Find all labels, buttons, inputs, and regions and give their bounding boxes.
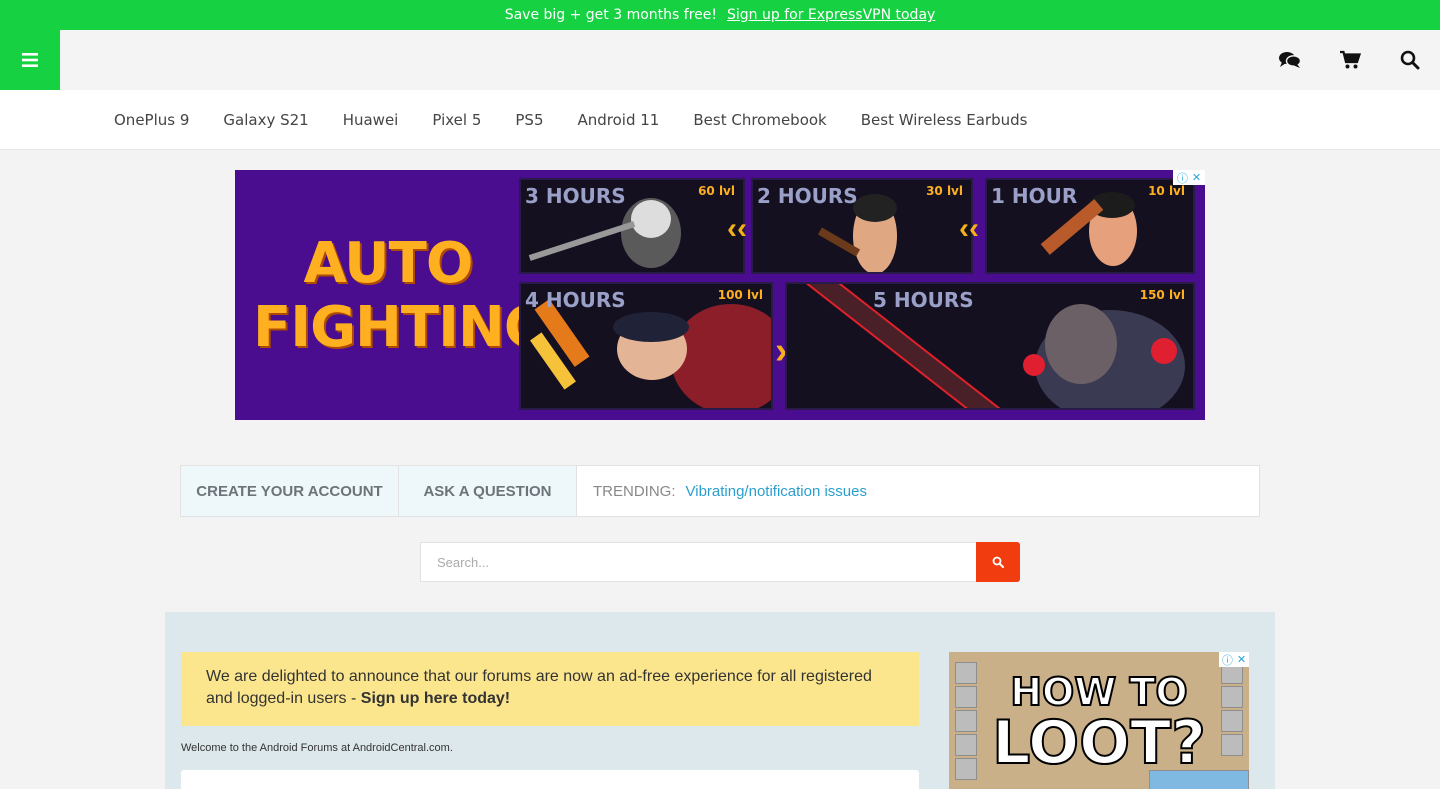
ad-panel-level: 10 lvl — [1148, 184, 1185, 198]
nav-item-oneplus-9[interactable]: OnePlus 9 — [114, 111, 189, 129]
info-icon: ⓘ — [1221, 654, 1233, 667]
search-icon — [1400, 50, 1420, 70]
nav-item-huawei[interactable]: Huawei — [343, 111, 399, 129]
ad-panel-level: 60 lvl — [698, 184, 735, 198]
ad-title-line1: AUTO — [303, 231, 474, 296]
ad-panel-level: 150 lvl — [1139, 288, 1185, 302]
ad-panel-hours: 3 HOURS — [525, 184, 626, 208]
nav-item-ps5[interactable]: PS5 — [515, 111, 543, 129]
side-ad-choices-button[interactable]: ⓘ ✕ — [1219, 652, 1249, 667]
ask-question-button[interactable]: ASK A QUESTION — [399, 466, 577, 516]
ad-panel-level: 30 lvl — [926, 184, 963, 198]
nav-item-pixel-5[interactable]: Pixel 5 — [432, 111, 481, 129]
main-content: We are delighted to announce that our fo… — [165, 612, 1275, 789]
cart-icon — [1340, 50, 1361, 69]
forum-search — [420, 542, 1020, 582]
ad-panel: 1 HOUR 10 lvl — [985, 178, 1195, 274]
nav-item-best-wireless-earbuds[interactable]: Best Wireless Earbuds — [861, 111, 1028, 129]
ad-panel-hours: 4 HOURS — [525, 288, 626, 312]
ad-panel-level: 100 lvl — [717, 288, 763, 302]
notice-signup-link[interactable]: Sign up here today! — [361, 690, 510, 707]
close-icon: ✕ — [1236, 654, 1247, 666]
cart-button[interactable] — [1338, 48, 1362, 72]
close-icon: ✕ — [1191, 172, 1202, 184]
nav-item-android-11[interactable]: Android 11 — [578, 111, 660, 129]
info-icon: ⓘ — [1176, 172, 1188, 185]
search-submit-button[interactable] — [976, 542, 1020, 582]
site-header — [0, 30, 1440, 90]
header-search-button[interactable] — [1398, 48, 1422, 72]
chat-icon — [1279, 52, 1301, 68]
ad-panel: 2 HOURS 30 lvl — [751, 178, 973, 274]
nav-item-best-chromebook[interactable]: Best Chromebook — [693, 111, 826, 129]
ad-choices-button[interactable]: ⓘ ✕ — [1173, 170, 1205, 185]
promo-signup-link[interactable]: Sign up for ExpressVPN today — [727, 7, 935, 23]
ad-panel-hours: 1 HOUR — [991, 184, 1078, 208]
ad-panel: 5 HOURS 150 lvl — [785, 282, 1195, 410]
ad-arrow-icon: ‹‹ — [727, 212, 747, 245]
top-navigation: OnePlus 9 Galaxy S21 Huawei Pixel 5 PS5 … — [0, 90, 1440, 150]
ad-free-notice: We are delighted to announce that our fo… — [181, 652, 919, 726]
search-input[interactable] — [420, 542, 976, 582]
ad-banner[interactable]: AUTO FIGHTING 3 HOURS 60 lvl ‹‹ 2 HOURS … — [235, 170, 1205, 420]
welcome-text: Welcome to the Android Forums at Android… — [181, 742, 453, 754]
ad-panel-hours: 2 HOURS — [757, 184, 858, 208]
nav-item-galaxy-s21[interactable]: Galaxy S21 — [223, 111, 308, 129]
ad-panel: 3 HOURS 60 lvl — [519, 178, 745, 274]
action-bar: CREATE YOUR ACCOUNT ASK A QUESTION TREND… — [180, 465, 1260, 517]
forum-list-card — [181, 770, 919, 789]
promo-bar: Save big + get 3 months free! Sign up fo… — [0, 0, 1440, 30]
trending: TRENDING: Vibrating/notification issues — [577, 466, 867, 516]
trending-label: TRENDING: — [593, 482, 676, 500]
ad-title: AUTO FIGHTING — [253, 231, 550, 360]
ad-panel: 4 HOURS 100 lvl — [519, 282, 773, 410]
notice-text: We are delighted to announce that our fo… — [206, 668, 872, 707]
menu-icon — [22, 53, 38, 67]
side-ad[interactable]: HOW TO LOOT? ⓘ ✕ — [949, 652, 1249, 789]
chat-button[interactable] — [1278, 48, 1302, 72]
promo-text: Save big + get 3 months free! — [504, 7, 717, 23]
create-account-button[interactable]: CREATE YOUR ACCOUNT — [181, 466, 399, 516]
ad-arrow-icon: ‹‹ — [959, 212, 979, 245]
search-icon — [992, 556, 1004, 568]
menu-button[interactable] — [0, 30, 60, 90]
ad-title-line2: FIGHTING — [253, 295, 550, 360]
trending-link[interactable]: Vibrating/notification issues — [686, 483, 868, 500]
ad-panel-hours: 5 HOURS — [873, 288, 974, 312]
side-ad-line2: LOOT? — [991, 707, 1207, 779]
